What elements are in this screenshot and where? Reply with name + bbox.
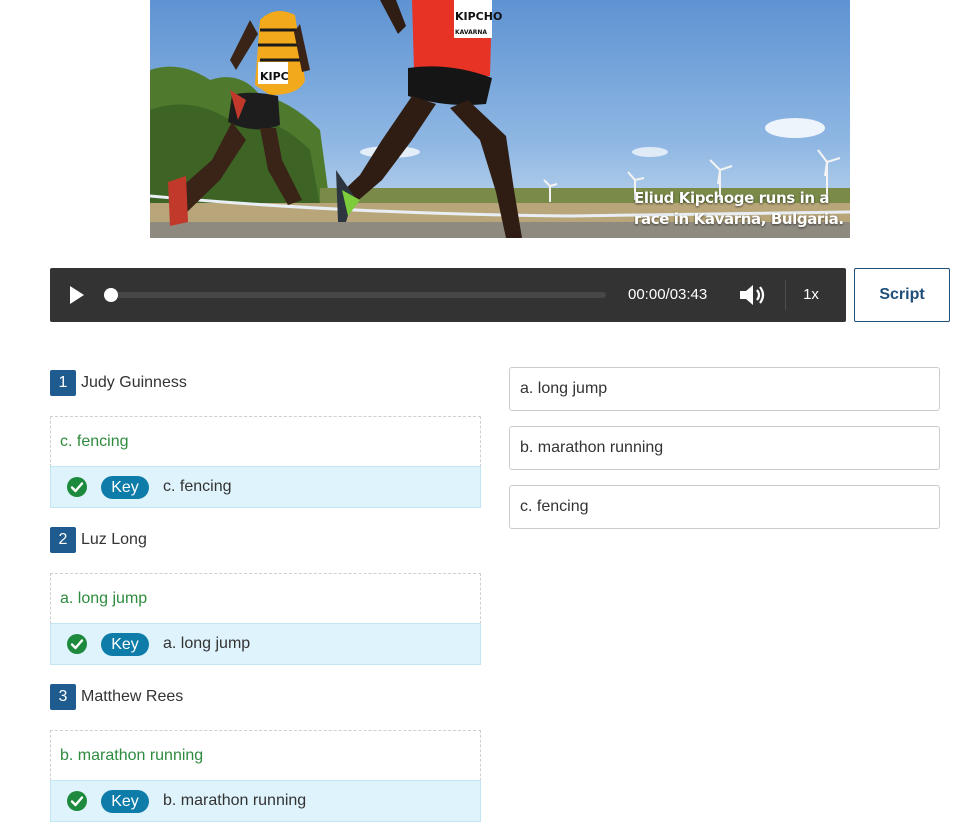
bib-right-text: KIPCHO — [455, 10, 502, 23]
question-name: Judy Guinness — [81, 374, 187, 391]
placed-answer[interactable]: c. fencing — [60, 433, 128, 451]
answer-drop-zone-2[interactable]: a. long jump — [50, 573, 481, 624]
script-button[interactable]: Script — [854, 268, 950, 322]
question-number: 2 — [50, 527, 76, 553]
bib-right-subtext: KAVARNA — [455, 29, 487, 36]
player-divider — [785, 280, 786, 310]
playback-time: 00:00/03:43 — [628, 286, 708, 303]
question-3-header: 3 Matthew Rees — [50, 684, 183, 710]
answer-key-row-2: Key a. long jump — [50, 623, 481, 665]
question-number: 3 — [50, 684, 76, 710]
key-answer: c. fencing — [163, 478, 232, 495]
option-b[interactable]: b. marathon running — [509, 426, 940, 470]
question-name: Matthew Rees — [81, 688, 184, 705]
question-1-header: 1 Judy Guinness — [50, 370, 187, 396]
article-photo: KIPC KIPCHO KAVARNA Eliud Kipchoge runs … — [150, 0, 850, 238]
placed-answer[interactable]: a. long jump — [60, 590, 147, 608]
key-badge: Key — [101, 476, 149, 499]
key-answer: a. long jump — [163, 635, 251, 652]
progress-thumb[interactable] — [104, 288, 118, 302]
volume-icon[interactable] — [738, 283, 766, 307]
bib-left-text: KIPC — [260, 70, 289, 83]
option-c[interactable]: c. fencing — [509, 485, 940, 529]
key-badge: Key — [101, 790, 149, 813]
answer-key-row-3: Key b. marathon running — [50, 780, 481, 822]
question-name: Luz Long — [81, 531, 147, 548]
check-circle-icon — [67, 477, 87, 497]
option-a[interactable]: a. long jump — [509, 367, 940, 411]
placed-answer[interactable]: b. marathon running — [60, 747, 203, 765]
photo-caption-line-2: race in Kavarna, Bulgaria. — [634, 210, 844, 228]
key-answer: b. marathon running — [163, 792, 307, 809]
play-icon[interactable] — [68, 285, 86, 305]
answer-drop-zone-1[interactable]: c. fencing — [50, 416, 481, 467]
key-badge: Key — [101, 633, 149, 656]
photo-caption: Eliud Kipchoge runs in a race in Kavarna… — [634, 188, 844, 230]
answer-drop-zone-3[interactable]: b. marathon running — [50, 730, 481, 781]
question-number: 1 — [50, 370, 76, 396]
question-2-header: 2 Luz Long — [50, 527, 147, 553]
progress-track[interactable] — [108, 292, 606, 298]
audio-player: 00:00/03:43 1x — [50, 268, 846, 322]
check-circle-icon — [67, 791, 87, 811]
photo-caption-line-1: Eliud Kipchoge runs in a — [634, 189, 830, 207]
check-circle-icon — [67, 634, 87, 654]
playback-speed-button[interactable]: 1x — [798, 285, 824, 305]
answer-key-row-1: Key c. fencing — [50, 466, 481, 508]
